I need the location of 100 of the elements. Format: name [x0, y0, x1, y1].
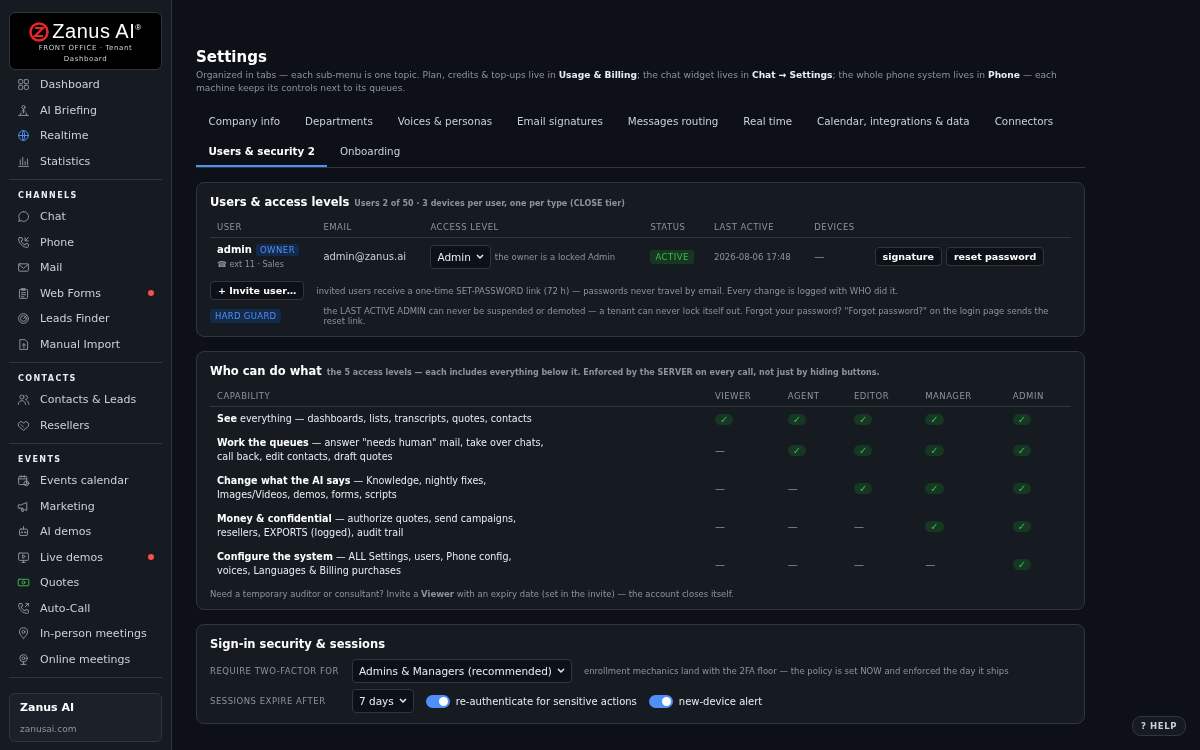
sidebar-heading: CHANNELS	[17, 190, 79, 202]
allowed-check: ✓	[925, 444, 944, 456]
monitor-play-icon	[17, 550, 30, 564]
settings-tab[interactable]: Departments	[292, 107, 386, 137]
column-header: USER	[210, 217, 317, 238]
settings-tab[interactable]: Company info	[196, 107, 293, 137]
row-action-button[interactable]: reset password	[945, 247, 1045, 266]
sidebar-item[interactable]: Quotes	[9, 570, 162, 596]
sidebar-item[interactable]: Marketing	[9, 493, 162, 519]
card-title: Who can do what	[210, 364, 322, 378]
sidebar-item[interactable]: Auto-Call	[9, 595, 162, 621]
column-header: CAPABILITY	[210, 386, 708, 407]
two-factor-note: enrollment mechanics land with the 2FA floor — the policy is set NOW and enforced the day it ships	[583, 666, 1009, 676]
capability-text: Configure the system — ALL Settings, users, Phone config, voices, Languages & Billing purchases	[217, 550, 513, 578]
guard-note: the LAST ACTIVE ADMIN can never be suspended or demoted — a tenant can never lock itself out. Forgot your password? "Forgot password?" on the login page sends the reset link.	[323, 306, 1050, 326]
sidebar-item[interactable]: Online meetings	[9, 646, 162, 672]
calendar-clock-icon	[17, 474, 30, 488]
not-allowed-dash: —	[787, 558, 798, 570]
clipboard-icon	[17, 286, 30, 300]
file-import-icon	[17, 337, 30, 351]
sidebar-heading: EVENTS	[17, 454, 63, 466]
chevron-icon	[398, 698, 407, 704]
sidebar-heading: CONTACTS	[17, 373, 78, 385]
invite-user-button[interactable]: + Invite user…	[210, 281, 305, 300]
allowed-check: ✓	[853, 413, 873, 425]
column-header: DEVICES	[807, 217, 868, 238]
sidebar-item[interactable]: Events calendar	[9, 468, 162, 494]
not-allowed-dash: —	[714, 482, 725, 494]
workspace-card[interactable]: Zanus AI zanusai.com	[9, 693, 162, 742]
settings-tab[interactable]: Connectors	[982, 107, 1066, 137]
row-action-button[interactable]: signature	[874, 247, 942, 266]
not-allowed-dash: —	[714, 444, 725, 456]
sidebar-item[interactable]: Resellers	[9, 412, 162, 438]
megaphone-icon	[17, 499, 30, 513]
radar-icon	[17, 312, 30, 326]
access-level-select[interactable]: Admin	[430, 244, 491, 269]
allowed-check: ✓	[1012, 482, 1032, 494]
grid-icon	[17, 78, 30, 92]
sidebar-item[interactable]: Leads Finder	[9, 306, 162, 332]
toggle-switch[interactable]	[425, 694, 450, 708]
map-pin-icon	[17, 627, 30, 641]
sidebar-item[interactable]: Chat	[9, 204, 162, 230]
sidebar-item[interactable]: Web Forms	[9, 280, 162, 306]
column-header: ACCESS LEVEL	[423, 217, 644, 238]
chevron-icon	[556, 668, 565, 674]
status-badge: ACTIVE	[650, 250, 694, 264]
settings-tab[interactable]: Messages routing	[615, 107, 731, 137]
settings-tab[interactable]: Users & security 2	[196, 137, 328, 167]
sidebar-item[interactable]: Realtime	[9, 123, 162, 149]
card-title: Sign-in security & sessions	[210, 637, 386, 651]
devices-cell: —	[807, 237, 868, 275]
column-header: EMAIL	[316, 217, 424, 238]
access-note: the owner is a locked Admin	[494, 251, 616, 262]
session-expiry-select[interactable]: 7 days	[352, 689, 414, 713]
bar-chart-icon	[17, 154, 30, 168]
capability-text: Change what the AI says — Knowledge, nightly fixes, Images/Videos, demos, forms, scripts	[217, 474, 488, 502]
webcam-icon	[17, 652, 30, 666]
card-subtitle: the 5 access levels — each includes everything below it. Enforced by the SERVER on every call, not just by hiding buttons.	[326, 368, 880, 377]
last-active: 2026-08-06 17:48	[707, 237, 808, 275]
settings-tab[interactable]: Email signatures	[504, 107, 616, 137]
settings-tab[interactable]: Onboarding	[327, 137, 413, 167]
sidebar-item[interactable]: Statistics	[9, 148, 162, 174]
chevron-icon	[475, 253, 484, 260]
toggle-switch[interactable]	[648, 694, 673, 708]
two-factor-select[interactable]: Admins & Managers (recommended)	[352, 659, 572, 683]
phone-outgoing-icon	[17, 601, 30, 615]
settings-tab[interactable]: Real time	[730, 107, 805, 137]
settings-tab[interactable]: Voices & personas	[385, 107, 505, 137]
not-allowed-dash: —	[787, 520, 798, 532]
allowed-check: ✓	[853, 482, 873, 494]
column-header: VIEWER	[707, 386, 781, 407]
sidebar-item[interactable]: Live demos	[9, 544, 162, 570]
allowed-check: ✓	[1012, 558, 1032, 570]
allowed-check: ✓	[853, 444, 873, 456]
sidebar-item[interactable]: Dashboard	[9, 72, 162, 98]
role-badge: OWNER	[255, 244, 300, 256]
sidebar-item[interactable]: Mail	[9, 255, 162, 281]
sidebar-item[interactable]: AI demos	[9, 519, 162, 545]
invite-note: invited users receive a one-time SET-PASSWORD link (72 h) — passwords never travel by email. Every change is logged with WHO did it.	[316, 285, 899, 296]
not-allowed-dash: —	[714, 558, 725, 570]
settings-tab[interactable]: Calendar, integrations & data	[804, 107, 983, 137]
sidebar-item[interactable]: In-person meetings	[9, 621, 162, 647]
user-extension: ☎ ext 11 · Sales	[217, 260, 285, 269]
column-header: LAST ACTIVE	[707, 217, 808, 238]
allowed-check: ✓	[787, 444, 807, 456]
help-button[interactable]: ? HELP	[1131, 716, 1186, 736]
robot-icon	[17, 525, 30, 539]
sidebar-item[interactable]: Manual Import	[9, 331, 162, 357]
sidebar-item[interactable]: Contacts & Leads	[9, 387, 162, 413]
phone-icon	[17, 235, 30, 249]
capability-text: Work the queues — answer "needs human" mail, take over chats, call back, edit contacts, draft quotes	[217, 436, 545, 464]
logo-icon	[29, 21, 50, 42]
workspace-url: zanusai.com	[20, 724, 78, 734]
column-header: EDITOR	[846, 386, 919, 407]
sidebar-item[interactable]: Phone	[9, 229, 162, 255]
sidebar-item[interactable]: AI Briefing	[9, 97, 162, 123]
page-intro: Organized in tabs — each sub-menu is one topic. Plan, credits & top-ups live in Usage & Billing; the chat widget lives in Chat → Settings; the whole phone system lives in Phone — each machine keeps its controls next to its queues.	[196, 69, 1058, 95]
not-allowed-dash: —	[714, 520, 725, 532]
page-title: Settings	[196, 48, 268, 66]
capability-text: See everything — dashboards, lists, transcripts, quotes, contacts	[217, 412, 533, 426]
